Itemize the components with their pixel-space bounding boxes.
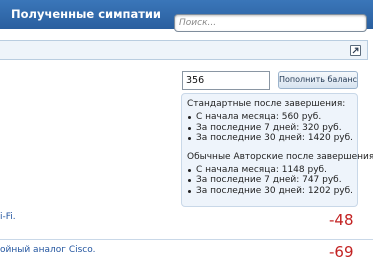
amount-field-wrapper	[182, 71, 270, 90]
search-input[interactable]	[179, 16, 364, 30]
amount-field[interactable]	[186, 73, 266, 88]
author-list: С начала месяца: 1148 руб. За последние …	[187, 165, 357, 197]
list-item: За последние 7 дней: 747 руб.	[187, 175, 357, 186]
divider	[0, 239, 373, 240]
topup-balance-button[interactable]: Пополнить баланс	[278, 71, 358, 89]
list-item: С начала месяца: 1148 руб.	[187, 165, 357, 176]
page-title: Полученные симпатии	[11, 7, 161, 21]
list-item: За последние 30 дней: 1202 руб.	[187, 186, 357, 197]
external-link-icon[interactable]	[350, 45, 361, 56]
entry-score: -48	[329, 211, 354, 229]
earnings-info-panel: Стандартные после завершения: С начала м…	[181, 93, 373, 207]
entry-link[interactable]: ойный аналог Cisco.	[0, 245, 95, 255]
list-item: За последние 7 дней: 320 руб.	[187, 123, 357, 134]
nav-strip	[0, 40, 368, 60]
standard-heading: Стандартные после завершения:	[187, 99, 346, 109]
entry-score: -69	[329, 243, 354, 261]
entry-link[interactable]: i-Fi.	[0, 212, 16, 222]
author-heading: Обычные Авторские после завершения:	[187, 151, 373, 162]
search-box[interactable]	[174, 14, 367, 32]
standard-list: С начала месяца: 560 руб. За последние 7…	[187, 112, 357, 144]
list-item: С начала месяца: 560 руб.	[187, 112, 357, 123]
list-item: За последние 30 дней: 1420 руб.	[187, 133, 357, 144]
